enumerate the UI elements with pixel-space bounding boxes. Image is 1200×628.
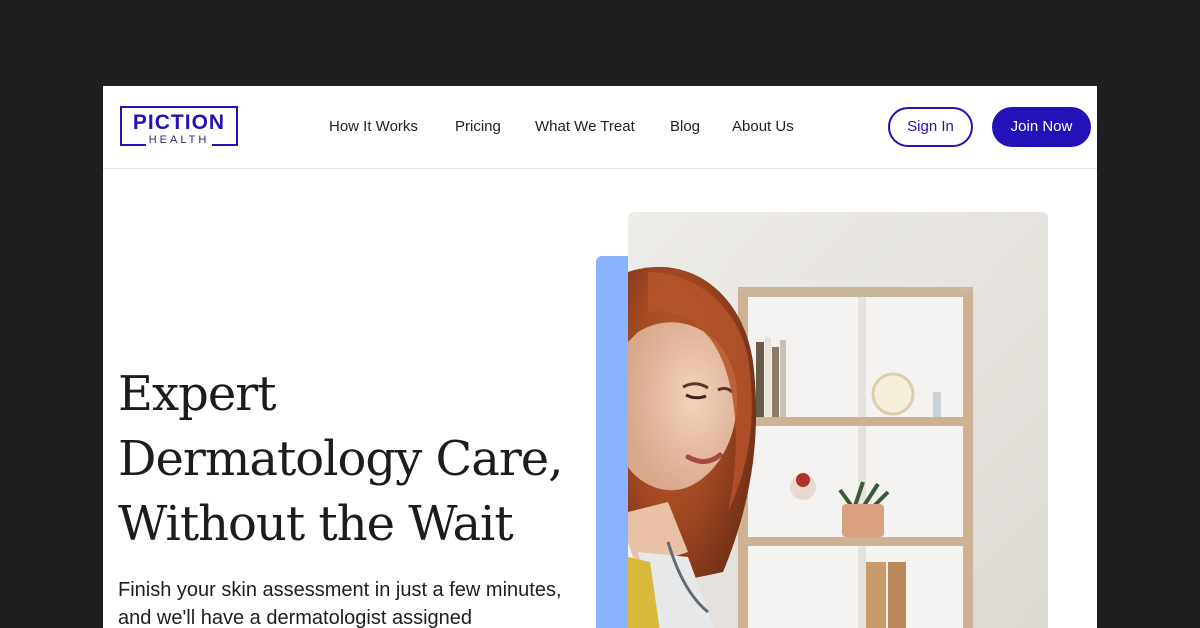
site-header: PICTION HEALTH How It Works Pricing What…: [103, 86, 1097, 169]
nav-about-us[interactable]: About Us: [732, 117, 794, 137]
nav-how-it-works[interactable]: How It Works: [329, 117, 418, 137]
hero-headline-line-1: Expert: [118, 366, 276, 422]
hero-subtext-line-1: Finish your skin assessment in just a fe…: [118, 579, 562, 601]
logo-subtitle: HEALTH: [145, 134, 213, 146]
hero-headline: Expert Dermatology Care, Without the Wai…: [118, 362, 588, 557]
hero-dermatologist-photo: [628, 212, 1048, 628]
piction-health-logo[interactable]: PICTION HEALTH: [120, 106, 238, 146]
hero-subtext: Finish your skin assessment in just a fe…: [118, 576, 608, 628]
sign-in-button[interactable]: Sign In: [888, 107, 973, 147]
logo-wordmark: PICTION: [132, 111, 226, 134]
hero-subtext-line-2: and we'll have a dermatologist assigned: [118, 607, 473, 628]
hero-headline-line-3: Without the Wait: [118, 496, 514, 552]
nav-blog[interactable]: Blog: [670, 117, 700, 137]
photo-illustration: [628, 212, 1048, 628]
hero-headline-line-2: Dermatology Care,: [118, 431, 563, 487]
nav-what-we-treat[interactable]: What We Treat: [535, 117, 635, 137]
join-now-button[interactable]: Join Now: [992, 107, 1091, 147]
nav-pricing[interactable]: Pricing: [455, 117, 501, 137]
browser-page: PICTION HEALTH How It Works Pricing What…: [103, 86, 1097, 628]
